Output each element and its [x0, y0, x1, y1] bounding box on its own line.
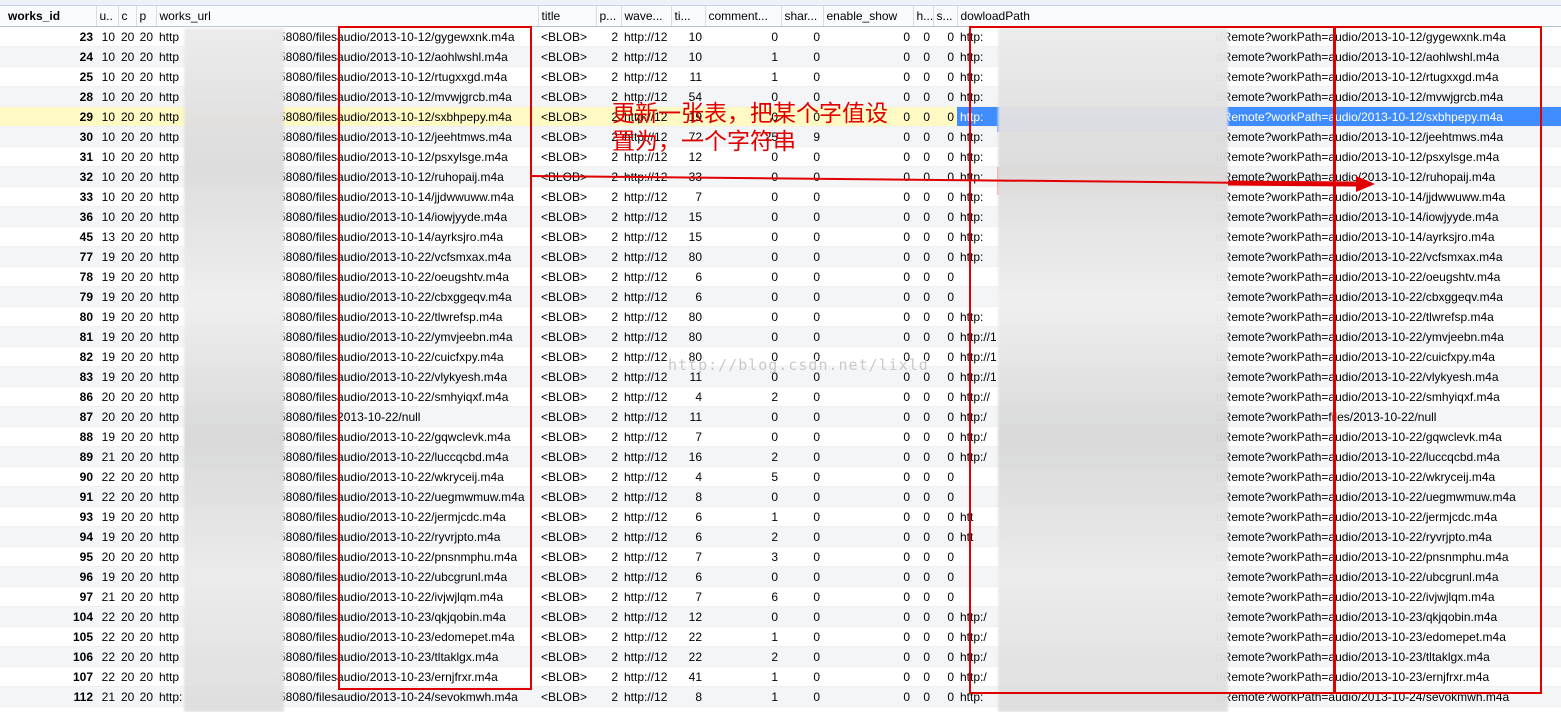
- annotation-line-2: 置为，一个字符串: [612, 129, 796, 155]
- annotation-line-1: 更新一张表，把某个字值设: [612, 101, 888, 127]
- watermark: http://blog.csdn.net/lixld: [668, 356, 929, 374]
- annotation-text: 更新一张表，把某个字值设 置为，一个字符串: [612, 100, 952, 156]
